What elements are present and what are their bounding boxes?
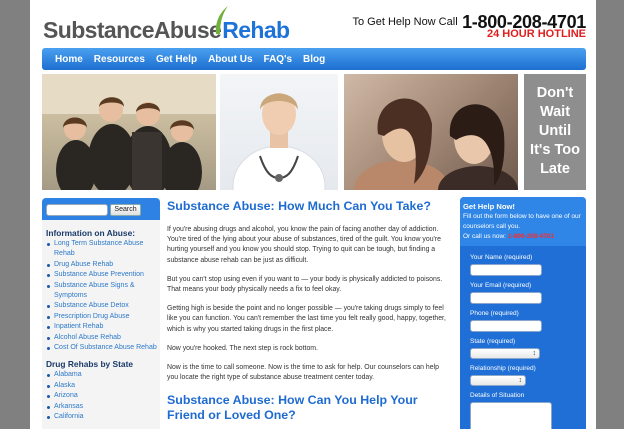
state-link[interactable]: Alabama — [46, 370, 160, 380]
nav-get-help[interactable]: Get Help — [156, 54, 197, 65]
search-input[interactable] — [46, 204, 108, 216]
sidebar-link[interactable]: Prescription Drug Abuse — [46, 312, 160, 322]
info-links-list: Long Term Substance Abuse Rehab Drug Abu… — [42, 238, 160, 353]
email-label: Your Email (required) — [470, 282, 532, 289]
phone-field[interactable] — [470, 320, 542, 332]
logo-word-rehab-text: Rehab — [222, 17, 290, 43]
nav-about-us[interactable]: About Us — [208, 54, 252, 65]
state-link[interactable]: Arizona — [46, 391, 160, 401]
nav-home[interactable]: Home — [55, 54, 83, 65]
sidebar: Search Information on Abuse: Long Term S… — [42, 198, 160, 429]
state-label: State (required) — [470, 338, 516, 345]
sidebar-link[interactable]: Cost Of Substance Abuse Rehab — [46, 343, 160, 353]
dont-wait-banner[interactable]: Don't Wait Until It's Too Late — [524, 74, 586, 190]
name-field[interactable] — [470, 264, 542, 276]
sidebar-link[interactable]: Alcohol Abuse Rehab — [46, 333, 160, 343]
state-links-list: Alabama Alaska Arizona Arkansas Californ… — [42, 369, 160, 422]
nav-resources[interactable]: Resources — [94, 54, 145, 65]
get-help-form: Get Help Now! Fill out the form below to… — [460, 197, 586, 429]
sidebar-link[interactable]: Substance Abuse Signs & Symptoms — [46, 281, 160, 302]
hotline-label: 24 HOUR HOTLINE — [486, 28, 586, 40]
cta-line-2: Wait — [539, 104, 571, 120]
sidebar-link[interactable]: Substance Abuse Detox — [46, 301, 160, 311]
article-paragraph: But you can't stop using even if you wan… — [167, 275, 443, 294]
state-link[interactable]: Arkansas — [46, 402, 160, 412]
sidebar-links-panel: Information on Abuse: Long Term Substanc… — [42, 220, 160, 429]
form-fields: Your Name (required) Your Email (require… — [460, 246, 586, 429]
sidebar-link[interactable]: Inpatient Rehab — [46, 322, 160, 332]
page: SubstanceAbuse Rehab To Get Help Now Cal… — [30, 0, 596, 429]
form-description: Fill out the form below to have one of o… — [463, 213, 581, 230]
doctor-illustration — [232, 93, 326, 190]
article-paragraph: Getting high is beside the point and no … — [167, 305, 446, 333]
logo-word-substanceabuse: SubstanceAbuse — [43, 17, 222, 43]
hero-photo-doctor — [220, 74, 338, 190]
phone-label: Phone (required) — [470, 310, 519, 317]
relationship-label: Relationship (required) — [470, 365, 536, 372]
main-nav: Home Resources Get Help About Us FAQ's B… — [42, 48, 586, 70]
main-content: Substance Abuse: How Much Can You Take? … — [167, 199, 451, 423]
sidebar-link[interactable]: Long Term Substance Abuse Rehab — [46, 239, 160, 260]
nav-blog[interactable]: Blog — [303, 54, 325, 65]
cta-line-3: Until — [538, 123, 572, 139]
details-textarea[interactable] — [470, 402, 552, 429]
form-title: Get Help Now! — [463, 202, 515, 211]
article-title-help-friend: Substance Abuse: How Can You Help Your F… — [167, 393, 418, 423]
form-phone-number[interactable]: 1-800-208-4701 — [508, 233, 554, 240]
form-header: Get Help Now! Fill out the form below to… — [460, 197, 586, 246]
cta-line-4: It's Too — [530, 142, 580, 158]
form-call-line: Or call us now: 1-800-208-4701 — [463, 232, 586, 242]
article-title-how-much: Substance Abuse: How Much Can You Take? — [167, 199, 431, 213]
callout-prefix: To Get Help Now Call — [352, 16, 458, 28]
hero-photo-two-women — [344, 74, 518, 190]
email-field[interactable] — [470, 292, 542, 304]
article-paragraph: If you're abusing drugs and alcohol, you… — [167, 226, 441, 264]
sidebar-heading-information: Information on Abuse: — [46, 228, 136, 238]
sidebar-link[interactable]: Substance Abuse Prevention — [46, 270, 160, 280]
family-illustration — [42, 74, 216, 190]
cta-line-5: Late — [540, 161, 570, 177]
details-label: Details of Situation — [470, 392, 525, 399]
article-paragraph: Now is the time to call someone. Now is … — [167, 364, 439, 382]
article-paragraph: Now you're hooked. The next step is rock… — [167, 344, 318, 352]
name-label: Your Name (required) — [470, 254, 533, 261]
leaf-icon — [216, 6, 229, 34]
women-illustration — [354, 98, 518, 190]
form-call-prefix: Or call us now: — [463, 232, 506, 240]
state-select[interactable] — [470, 348, 540, 359]
hero-photo-family — [42, 74, 216, 190]
state-link[interactable]: Alaska — [46, 381, 160, 391]
nav-faqs[interactable]: FAQ's — [264, 54, 293, 65]
state-link[interactable]: California — [46, 412, 160, 422]
sidebar-link[interactable]: Drug Abuse Rehab — [46, 260, 160, 270]
site-logo[interactable]: SubstanceAbuse Rehab — [43, 4, 290, 44]
cta-line-1: Don't — [536, 85, 574, 101]
logo-word-rehab: Rehab — [216, 6, 290, 44]
relationship-select[interactable] — [470, 375, 526, 386]
search-button[interactable]: Search — [110, 204, 141, 216]
sidebar-heading-states: Drug Rehabs by State — [46, 359, 134, 370]
